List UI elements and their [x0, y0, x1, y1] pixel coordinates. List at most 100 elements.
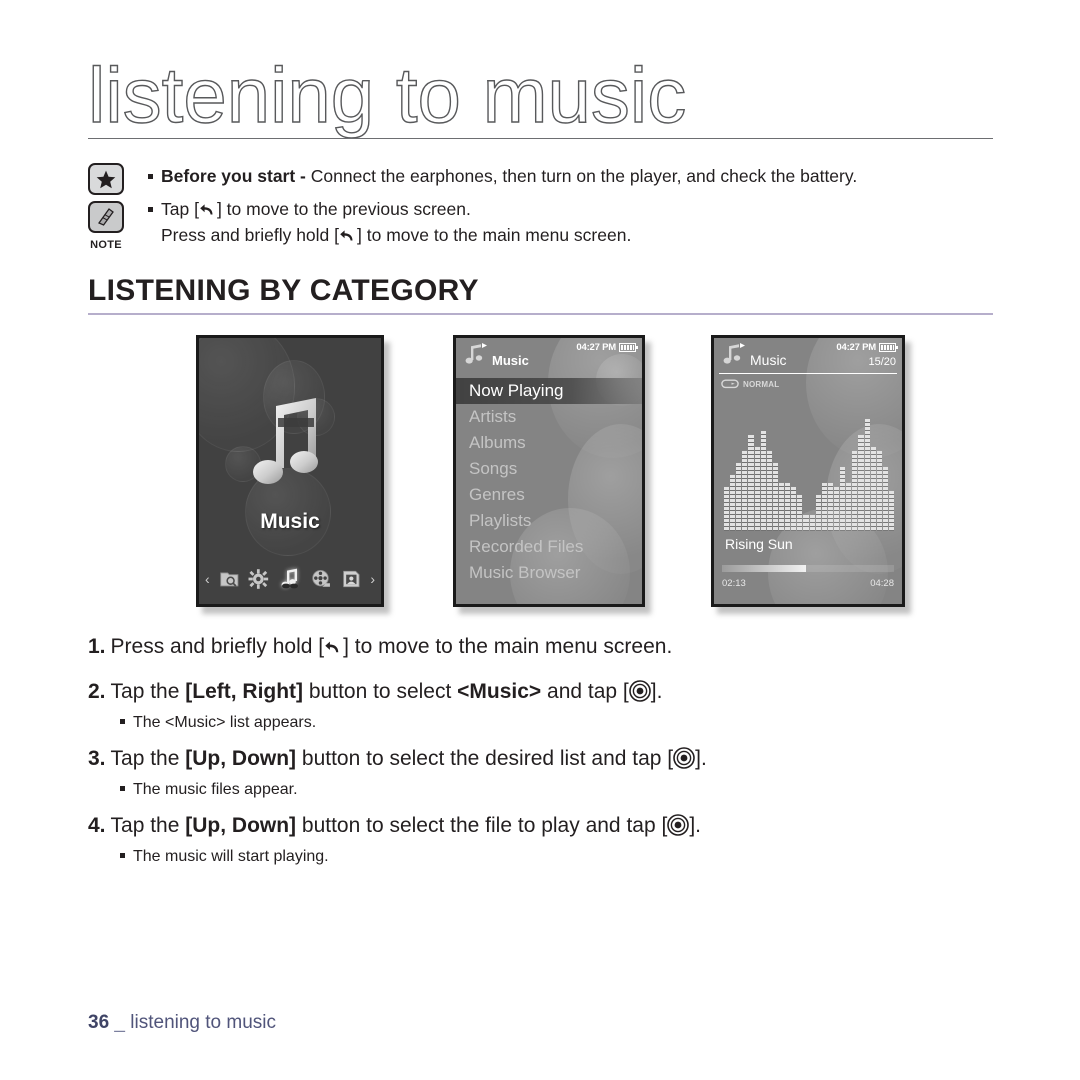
- playback-progress-bar[interactable]: [722, 565, 894, 572]
- equalizer-segment: [772, 511, 778, 514]
- equalizer-segment: [724, 487, 730, 490]
- equalizer-segment: [821, 523, 827, 526]
- equalizer-segment: [803, 527, 809, 530]
- equalizer-segment: [748, 491, 754, 494]
- bullet-icon: [120, 719, 125, 724]
- equalizer-segment: [785, 519, 791, 522]
- equalizer-segment: [736, 519, 742, 522]
- equalizer-segment: [876, 511, 882, 514]
- equalizer-segment: [876, 467, 882, 470]
- equalizer-segment: [754, 503, 760, 506]
- equalizer-segment: [772, 491, 778, 494]
- equalizer-segment: [846, 515, 852, 518]
- equalizer-segment: [766, 479, 772, 482]
- equalizer-segment: [876, 487, 882, 490]
- equalizer-segment: [846, 495, 852, 498]
- equalizer-segment: [821, 519, 827, 522]
- menu-item-recorded-files[interactable]: Recorded Files: [456, 534, 642, 560]
- equalizer-segment: [766, 487, 772, 490]
- film-reel-icon[interactable]: [311, 567, 332, 591]
- equalizer-segment: [888, 519, 895, 522]
- equalizer-segment: [791, 523, 797, 526]
- equalizer-segment: [882, 527, 888, 530]
- progress-fill: [722, 565, 807, 572]
- before-you-start-text: Connect the earphones, then turn on the …: [305, 166, 858, 186]
- equalizer-segment: [815, 511, 821, 514]
- repeat-mode-label: NORMAL: [743, 379, 780, 389]
- equalizer-segment: [748, 495, 754, 498]
- equalizer-segment: [766, 471, 772, 474]
- equalizer-segment: [778, 483, 785, 486]
- folder-search-icon[interactable]: [219, 567, 240, 591]
- equalizer-segment: [766, 527, 772, 530]
- menu-item-songs[interactable]: Songs: [456, 456, 642, 482]
- equalizer-segment: [858, 451, 864, 454]
- equalizer-segment: [766, 499, 772, 502]
- equalizer-segment: [870, 499, 876, 502]
- next-arrow-icon[interactable]: ›: [370, 572, 375, 586]
- menu-item-artists[interactable]: Artists: [456, 404, 642, 430]
- menu-item-music-browser[interactable]: Music Browser: [456, 560, 642, 586]
- status-bar-right: 04:27 PM 15/20: [836, 342, 898, 368]
- equalizer-segment: [870, 479, 876, 482]
- equalizer-segment: [852, 467, 858, 470]
- equalizer-segment: [772, 519, 778, 522]
- step-2-button-label: [Left, Right]: [185, 680, 304, 703]
- equalizer-segment: [766, 475, 772, 478]
- step-1: 1. Press and briefly hold [] to move to t…: [88, 632, 993, 662]
- step-4-button-label: [Up, Down]: [185, 814, 297, 837]
- equalizer-segment: [754, 471, 760, 474]
- equalizer-segment: [772, 527, 778, 530]
- step-2-text-b: button to select: [303, 680, 458, 703]
- footer-title: listening to music: [130, 1012, 277, 1033]
- equalizer-segment: [827, 515, 833, 518]
- equalizer-segment: [748, 459, 754, 462]
- equalizer-bar: [846, 483, 852, 530]
- equalizer-segment: [754, 459, 760, 462]
- equalizer-bar: [809, 515, 815, 530]
- equalizer-segment: [791, 487, 797, 490]
- menu-item-genres[interactable]: Genres: [456, 482, 642, 508]
- equalizer-segment: [876, 515, 882, 518]
- step-4-text-a: Tap the: [110, 814, 186, 837]
- equalizer-segment: [785, 491, 791, 494]
- equalizer-segment: [748, 511, 754, 514]
- equalizer-segment: [870, 523, 876, 526]
- note-icon-column: NOTE: [88, 163, 132, 251]
- equalizer-segment: [760, 463, 766, 466]
- equalizer-segment: [870, 487, 876, 490]
- menu-item-albums[interactable]: Albums: [456, 430, 642, 456]
- equalizer-segment: [778, 507, 785, 510]
- device-screen-now-playing: Music 04:27 PM 15/20 NORMAL Rising Sun 0…: [711, 335, 905, 607]
- equalizer-bar: [833, 487, 840, 530]
- equalizer-segment: [882, 499, 888, 502]
- equalizer-bar: [736, 463, 742, 530]
- bullet-icon: [120, 853, 125, 858]
- menu-item-now-playing[interactable]: Now Playing: [456, 378, 642, 404]
- equalizer-segment: [730, 511, 736, 514]
- picture-icon[interactable]: [341, 567, 362, 591]
- equalizer-segment: [864, 499, 870, 502]
- footer-page-number: 36: [88, 1012, 110, 1033]
- equalizer-segment: [870, 483, 876, 486]
- equalizer-segment: [833, 523, 840, 526]
- menu-item-playlists[interactable]: Playlists: [456, 508, 642, 534]
- prev-arrow-icon[interactable]: ‹: [205, 572, 210, 586]
- settings-gear-icon[interactable]: [248, 567, 269, 591]
- equalizer-segment: [864, 443, 870, 446]
- equalizer-segment: [778, 499, 785, 502]
- equalizer-segment: [778, 495, 785, 498]
- equalizer-segment: [852, 511, 858, 514]
- equalizer-segment: [888, 491, 895, 494]
- equalizer-segment: [870, 507, 876, 510]
- equalizer-segment: [876, 491, 882, 494]
- step-2: 2. Tap the [Left, Right] button to select…: [88, 677, 993, 707]
- star-icon: [88, 163, 124, 195]
- equalizer-segment: [724, 519, 730, 522]
- device-screenshots: Music ‹ › Music 04:27 PM Now Playing Art…: [0, 330, 1080, 625]
- step-2-text-d: ].: [650, 680, 663, 703]
- equalizer-segment: [742, 487, 748, 490]
- equalizer-segment: [840, 515, 846, 518]
- equalizer-segment: [754, 467, 760, 470]
- equalizer-segment: [748, 435, 754, 438]
